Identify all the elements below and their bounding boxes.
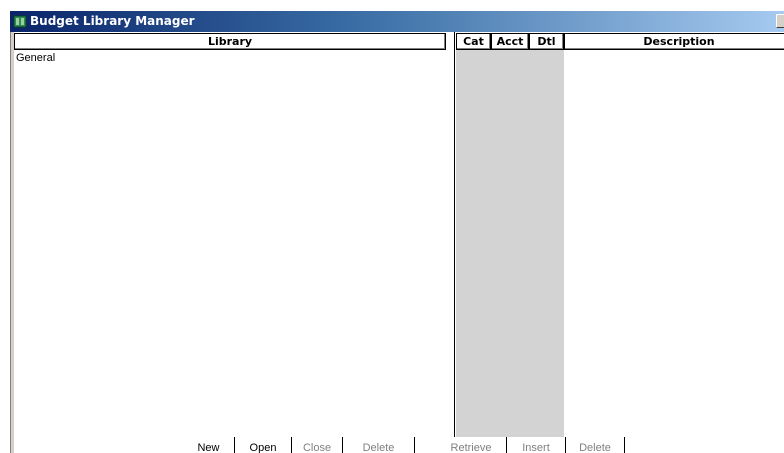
category-account-columns-area xyxy=(456,50,564,437)
library-panel: Library General xyxy=(14,33,446,437)
window-control-button[interactable] xyxy=(776,14,784,28)
detail-panel: Cat Acct Dtl Description xyxy=(456,33,784,437)
panel-splitter[interactable] xyxy=(446,32,456,437)
dtl-column-header[interactable]: Dtl xyxy=(529,33,564,50)
app-icon xyxy=(13,15,27,28)
description-column-header[interactable]: Description xyxy=(564,33,784,50)
library-close-button[interactable]: Close xyxy=(292,437,343,453)
detail-retrieve-button[interactable]: Retrieve xyxy=(436,437,507,453)
budget-library-manager-window: Budget Library Manager Library General C… xyxy=(0,0,784,453)
detail-delete-button[interactable]: Delete xyxy=(566,437,625,453)
title-bar[interactable]: Budget Library Manager xyxy=(10,11,784,32)
library-new-button[interactable]: New xyxy=(183,437,235,453)
library-row-general[interactable]: General xyxy=(16,52,55,65)
library-open-button[interactable]: Open xyxy=(235,437,292,453)
acct-column-header[interactable]: Acct xyxy=(491,33,529,50)
detail-insert-button[interactable]: Insert xyxy=(507,437,566,453)
window-title: Budget Library Manager xyxy=(30,14,195,28)
cat-column-header[interactable]: Cat xyxy=(456,33,491,50)
library-delete-button[interactable]: Delete xyxy=(343,437,415,453)
bottom-button-bar: New Open Close Delete Retrieve Insert De… xyxy=(14,437,784,453)
library-column-header[interactable]: Library xyxy=(14,33,446,50)
